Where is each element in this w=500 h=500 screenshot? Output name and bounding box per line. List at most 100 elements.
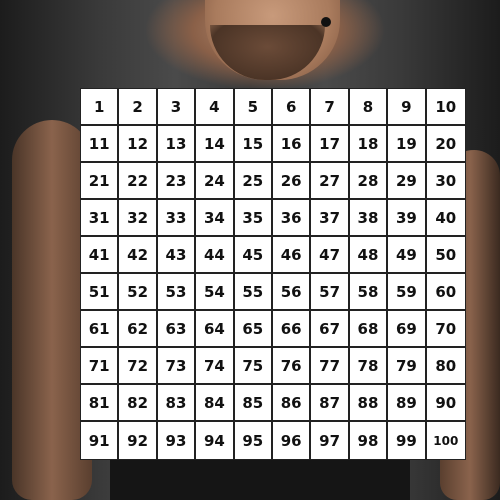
number-cell: 12 (119, 126, 158, 163)
number-cell: 33 (157, 200, 197, 237)
number-cell: 86 (273, 385, 312, 422)
number-cell: 49 (388, 237, 427, 274)
number-cell: 53 (157, 274, 197, 311)
number-cell: 62 (119, 311, 158, 348)
number-cell: 98 (350, 422, 389, 459)
number-cell: 45 (234, 237, 273, 274)
number-cell: 57 (311, 274, 350, 311)
number-cell: 44 (196, 237, 235, 274)
number-cell: 36 (273, 200, 312, 237)
number-cell: 16 (273, 126, 312, 163)
number-cell: 13 (157, 126, 197, 163)
number-cell: 56 (273, 274, 312, 311)
number-cell: 22 (119, 163, 158, 200)
number-cell: 74 (196, 348, 235, 385)
number-cell: 1 (81, 89, 120, 126)
number-cell: 99 (388, 422, 427, 459)
number-cell: 26 (273, 163, 312, 200)
number-cell: 18 (349, 126, 389, 163)
number-cell: 32 (119, 200, 158, 237)
number-cell: 59 (388, 274, 427, 311)
number-cell: 77 (311, 348, 350, 385)
number-cell: 78 (349, 348, 389, 385)
number-cell: 65 (234, 311, 273, 348)
number-cell: 58 (349, 274, 389, 311)
number-cell: 87 (311, 385, 350, 422)
number-cell: 90 (426, 385, 465, 422)
number-cell: 8 (349, 89, 389, 126)
number-cell: 91 (81, 422, 120, 459)
number-cell: 39 (388, 200, 427, 237)
number-cell: 9 (388, 89, 427, 126)
number-cell: 96 (273, 422, 312, 459)
number-cell: 34 (196, 200, 235, 237)
number-cell: 4 (196, 89, 235, 126)
number-cell: 80 (426, 348, 465, 385)
number-cell: 3 (157, 89, 197, 126)
number-cell: 100 (433, 433, 459, 448)
number-cell: 47 (311, 237, 350, 274)
number-cell: 70 (426, 311, 465, 348)
number-cell: 66 (273, 311, 312, 348)
number-cell: 76 (273, 348, 312, 385)
number-cell: 27 (311, 163, 350, 200)
number-cell: 79 (388, 348, 427, 385)
number-cell: 60 (426, 274, 465, 311)
number-cell: 63 (157, 311, 197, 348)
number-cell: 46 (273, 237, 312, 274)
number-cell: 89 (388, 385, 427, 422)
number-cell: 25 (234, 163, 273, 200)
number-cell: 11 (81, 126, 120, 163)
number-cell: 55 (234, 274, 273, 311)
number-cell: 50 (426, 237, 465, 274)
number-cell: 67 (311, 311, 350, 348)
number-cell: 29 (388, 163, 427, 200)
number-cell: 73 (157, 348, 197, 385)
number-cell: 5 (234, 89, 273, 126)
number-cell: 2 (119, 89, 158, 126)
number-cell: 95 (235, 422, 273, 459)
number-cell: 17 (311, 126, 350, 163)
shorts (110, 460, 410, 500)
number-cell: 88 (349, 385, 389, 422)
number-cell: 72 (119, 348, 158, 385)
number-cell: 92 (119, 422, 158, 459)
number-cell: 40 (426, 200, 465, 237)
number-cell: 94 (196, 422, 235, 459)
number-cell: 35 (234, 200, 273, 237)
number-cell: 37 (311, 200, 350, 237)
number-cell: 31 (81, 200, 120, 237)
number-cell: 83 (157, 385, 197, 422)
number-cell: 14 (196, 126, 235, 163)
number-cell: 19 (388, 126, 427, 163)
hundred-chart: 1 2 3 4 5 6 7 8 9 10 11 12 13 14 15 16 17 18 19 20 21 22 23 24 2… (80, 88, 466, 460)
number-cell: 64 (196, 311, 235, 348)
number-cell: 48 (349, 237, 389, 274)
number-cell: 21 (81, 163, 120, 200)
number-cell: 10 (426, 89, 465, 126)
number-cell: 97 (311, 422, 350, 459)
number-cell: 24 (196, 163, 235, 200)
number-cell: 75 (234, 348, 273, 385)
number-cell: 71 (81, 348, 120, 385)
number-cell: 43 (157, 237, 197, 274)
number-cell: 30 (426, 163, 465, 200)
number-cell: 61 (81, 311, 120, 348)
number-cell: 81 (81, 385, 120, 422)
number-cell: 7 (311, 89, 350, 126)
number-cell: 93 (158, 422, 197, 459)
number-cell: 84 (196, 385, 235, 422)
number-cell: 42 (119, 237, 158, 274)
number-cell: 85 (234, 385, 273, 422)
number-cell: 23 (157, 163, 197, 200)
number-cell: 41 (81, 237, 120, 274)
number-cell: 51 (81, 274, 120, 311)
number-cell: 54 (196, 274, 235, 311)
number-cell: 52 (119, 274, 158, 311)
number-cell: 69 (388, 311, 427, 348)
number-cell: 28 (349, 163, 389, 200)
number-cell: 82 (119, 385, 158, 422)
earring (321, 17, 331, 27)
number-cell: 15 (234, 126, 273, 163)
number-cell: 6 (273, 89, 312, 126)
